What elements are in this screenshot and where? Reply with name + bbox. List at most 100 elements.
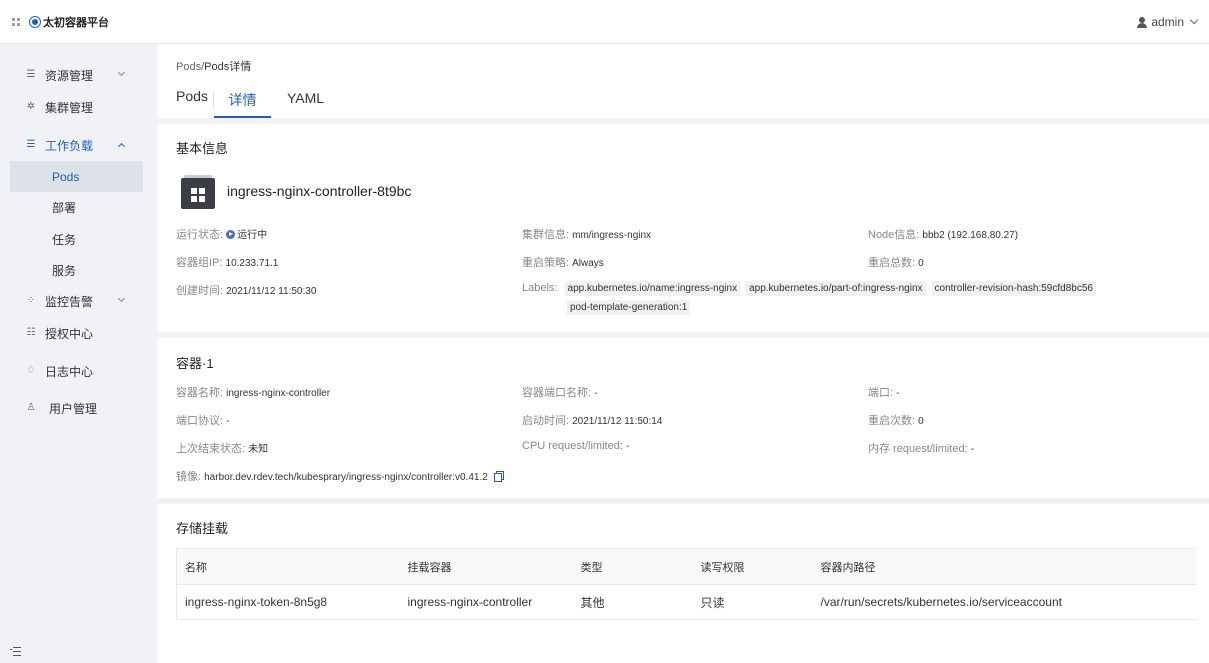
last-state-field: 上次结束状态: 未知 xyxy=(176,440,268,456)
sidebar-item-label: 资源管理 xyxy=(45,68,94,83)
table-cell: 只读 xyxy=(692,584,813,620)
sidebar-subitem-label: 任务 xyxy=(52,233,77,247)
sidebar-item-resources[interactable]: ☰ 资源管理 xyxy=(0,61,157,89)
table-cell: /var/run/secrets/kubernetes.io/serviceac… xyxy=(812,584,1196,620)
sidebar-item-workloads[interactable]: ☰ 工作负载 xyxy=(0,131,157,159)
field-label: 启动时间: xyxy=(522,415,570,427)
user-menu[interactable]: admin xyxy=(1137,0,1199,44)
table-row: ingress-nginx-token-8n5g8 ingress-nginx-… xyxy=(176,584,1196,620)
basic-info-card: 基本信息 ingress-nginx-controller-8t9bc 运行状态… xyxy=(157,124,1209,332)
port-value: - xyxy=(896,388,900,399)
column-header: 容器内路径 xyxy=(812,548,1196,585)
labels-field-row2: pod-template-generation:1 xyxy=(567,300,696,315)
sidebar-item-clusters[interactable]: ✲ 集群管理 xyxy=(0,93,157,121)
sidebar-item-auth[interactable]: ☷ 授权中心 xyxy=(0,319,157,347)
field-label: 运行状态: xyxy=(176,229,224,241)
pod-icon xyxy=(181,175,215,209)
sidebar-subitem-deployments[interactable]: 部署 xyxy=(10,192,143,223)
tab-bar: Pods 详情 YAML xyxy=(176,88,324,118)
sidebar-item-label: 工作负载 xyxy=(45,138,94,153)
last-state-value: 未知 xyxy=(248,444,269,455)
container-port-name-field: 容器端口名称: - xyxy=(522,384,597,400)
field-label: 端口: xyxy=(868,387,894,399)
cpu-value: - xyxy=(625,441,630,452)
chevron-down-icon xyxy=(117,68,126,77)
pod-ip-field: 容器组IP: 10.233.71.1 xyxy=(176,254,278,270)
container-name-field: 容器名称: ingress-nginx-controller xyxy=(176,384,330,400)
restart-policy-field: 重启策略: Always xyxy=(522,254,604,270)
running-status-icon xyxy=(226,230,236,239)
field-label: 端口协议: xyxy=(176,415,224,427)
restart-count-value: 0 xyxy=(918,416,924,427)
sidebar-item-logs[interactable]: ♢ 日志中心 xyxy=(0,357,157,385)
copy-icon[interactable] xyxy=(493,471,504,482)
user-icon: ♙ xyxy=(26,402,36,413)
chevron-up-icon xyxy=(117,142,126,151)
sidebar-subitem-label: 服务 xyxy=(52,264,77,278)
app-grid-icon[interactable] xyxy=(12,17,20,26)
chevron-down-icon xyxy=(117,294,126,303)
restart-policy-value: Always xyxy=(572,258,604,269)
sidebar-item-users[interactable]: ♙ 用户管理 xyxy=(0,394,157,422)
bell-icon: ♢ xyxy=(26,365,36,376)
top-bar: 太初容器平台 admin xyxy=(0,0,1209,44)
sidebar-item-label: 集群管理 xyxy=(45,100,94,115)
field-label: 重启次数: xyxy=(868,415,916,427)
label-tag: controller-revision-hash:59cfd8bc56 xyxy=(931,281,1096,296)
sidebar-item-monitoring[interactable]: ⁘ 监控告警 xyxy=(0,287,157,315)
page-header: Pods/Pods详情 Pods 详情 YAML xyxy=(157,44,1209,118)
auth-icon: ☷ xyxy=(26,327,36,338)
container-title: 容器·1 xyxy=(176,356,214,371)
sidebar-subitem-pods[interactable]: Pods xyxy=(10,161,143,192)
protocol-field: 端口协议: - xyxy=(176,412,229,428)
chevron-down-icon xyxy=(1189,15,1199,25)
field-label: Node信息: xyxy=(868,229,920,241)
cpu-field: CPU request/limited: - xyxy=(522,440,629,452)
label-tag: app.kubernetes.io/part-of:ingress-nginx xyxy=(746,281,926,296)
sidebar-subitem-jobs[interactable]: 任务 xyxy=(10,224,143,255)
memory-field: 内存 request/limited: - xyxy=(868,440,974,456)
field-label: 镜像: xyxy=(176,471,202,483)
sidebar-subitem-services[interactable]: 服务 xyxy=(10,255,143,286)
main-content: Pods/Pods详情 Pods 详情 YAML 基本信息 ingress-ng… xyxy=(157,44,1209,663)
workload-icon: ☰ xyxy=(26,139,36,150)
breadcrumb: Pods/Pods详情 xyxy=(176,58,251,74)
breadcrumb-current: Pods详情 xyxy=(204,61,252,73)
column-header: 名称 xyxy=(176,548,400,585)
sidebar-item-label: 授权中心 xyxy=(45,326,94,341)
sidebar-item-label: 监控告警 xyxy=(45,294,94,309)
image-value: harbor.dev.rdev.tech/kubesprary/ingress-… xyxy=(204,472,488,483)
breadcrumb-parent[interactable]: Pods xyxy=(176,61,201,73)
field-label: CPU request/limited: xyxy=(522,440,623,452)
sidebar-item-label: 日志中心 xyxy=(45,364,94,379)
sidebar-item-label: 用户管理 xyxy=(49,401,98,416)
protocol-value: - xyxy=(226,416,230,427)
tab-yaml[interactable]: YAML xyxy=(287,88,324,118)
tab-pods[interactable]: Pods xyxy=(176,88,214,118)
field-label: 内存 request/limited: xyxy=(868,443,968,455)
start-time-value: 2021/11/12 11:50:14 xyxy=(572,416,663,427)
cluster-icon: ✲ xyxy=(26,101,36,112)
monitor-icon: ⁘ xyxy=(26,295,36,306)
node-field: Node信息: bbb2 (192.168.80.27) xyxy=(868,226,1018,242)
volume-table: 名称 挂载容器 类型 读写权限 容器内路径 ingress-nginx-toke… xyxy=(176,548,1196,620)
user-icon xyxy=(1137,16,1148,28)
collapse-sidebar-icon[interactable] xyxy=(10,647,21,657)
created-time-field: 创建时间: 2021/11/12 11:50:30 xyxy=(176,282,316,298)
sliders-icon: ☰ xyxy=(26,69,36,80)
pod-name: ingress-nginx-controller-8t9bc xyxy=(227,183,412,199)
username: admin xyxy=(1151,15,1184,29)
field-label: 容器端口名称: xyxy=(522,387,592,399)
label-tag: pod-template-generation:1 xyxy=(567,300,691,315)
port-field: 端口: - xyxy=(868,384,899,400)
table-cell: 其他 xyxy=(572,584,693,620)
start-time-field: 启动时间: 2021/11/12 11:50:14 xyxy=(522,412,662,428)
restart-total-value: 0 xyxy=(918,258,924,269)
port-name-value: - xyxy=(594,388,598,399)
table-cell: ingress-nginx-token-8n5g8 xyxy=(176,584,400,620)
field-label: 容器组IP: xyxy=(176,257,223,269)
field-label: Labels: xyxy=(522,282,558,294)
column-header: 挂载容器 xyxy=(399,548,573,585)
tab-detail[interactable]: 详情 xyxy=(214,88,271,118)
restart-count-field: 重启次数: 0 xyxy=(868,412,924,428)
